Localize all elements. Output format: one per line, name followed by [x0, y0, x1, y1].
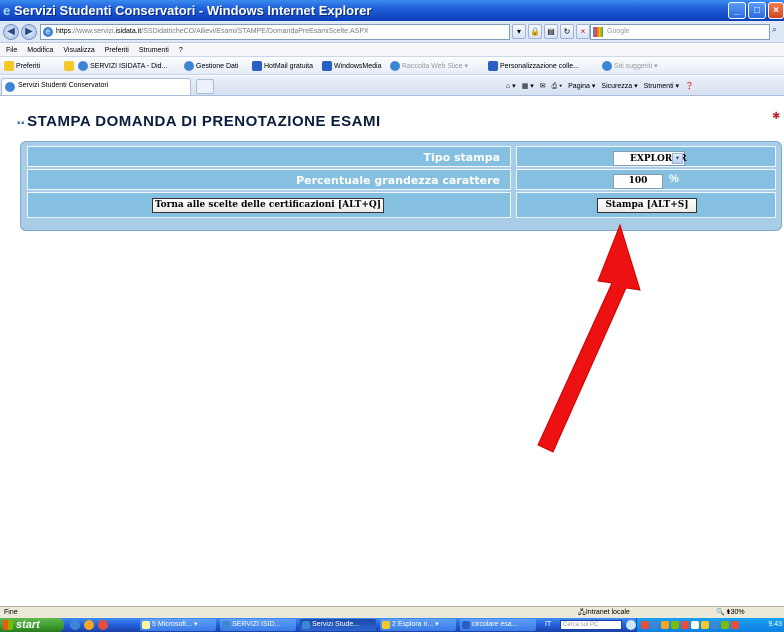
- taskbar-item-microsoft[interactable]: 5 Microsoft... ▾: [140, 619, 216, 631]
- tray-icon[interactable]: [731, 621, 739, 629]
- ie-quicklaunch-icon[interactable]: [70, 620, 80, 630]
- tray-icon[interactable]: [671, 621, 679, 629]
- taskbar-item-circolare[interactable]: circolare esa...: [460, 619, 536, 631]
- tray-icon[interactable]: [651, 621, 659, 629]
- system-tray: 9.43: [636, 618, 784, 632]
- clock: 9.43: [768, 621, 782, 628]
- tray-icon[interactable]: [691, 621, 699, 629]
- tray-icon[interactable]: [641, 621, 649, 629]
- tray-icon[interactable]: [721, 621, 729, 629]
- taskbar-item-servizi-stude[interactable]: Servizi Stude...: [300, 619, 376, 631]
- red-arrow-annotation: [537, 223, 641, 453]
- language-indicator[interactable]: IT: [545, 618, 551, 632]
- tray-icon[interactable]: [701, 621, 709, 629]
- taskbar-item-servizi-isid[interactable]: SERVIZI ISID...: [220, 619, 296, 631]
- tray-icon[interactable]: [711, 621, 719, 629]
- search-icon[interactable]: [626, 620, 636, 630]
- status-bar: Fine 🖧 Intranet locale 🔍 130% ▾: [0, 606, 784, 618]
- taskbar: start 5 Microsoft... ▾ SERVIZI ISID... S…: [0, 618, 784, 632]
- taskbar-item-esplora[interactable]: 2 Esplora ri... ▾: [380, 619, 456, 631]
- start-button[interactable]: start: [0, 618, 64, 632]
- windows-flag-icon: [3, 620, 13, 630]
- media-quicklaunch-icon[interactable]: [98, 620, 108, 630]
- tray-icon[interactable]: [661, 621, 669, 629]
- desktop-search-input[interactable]: Cerca sul PC: [560, 620, 622, 630]
- tray-icon[interactable]: [681, 621, 689, 629]
- ie-window: { "window": { "title": "Servizi Studenti…: [0, 0, 784, 632]
- red-arrow-icon: [537, 223, 641, 453]
- explorer-quicklaunch-icon[interactable]: [84, 620, 94, 630]
